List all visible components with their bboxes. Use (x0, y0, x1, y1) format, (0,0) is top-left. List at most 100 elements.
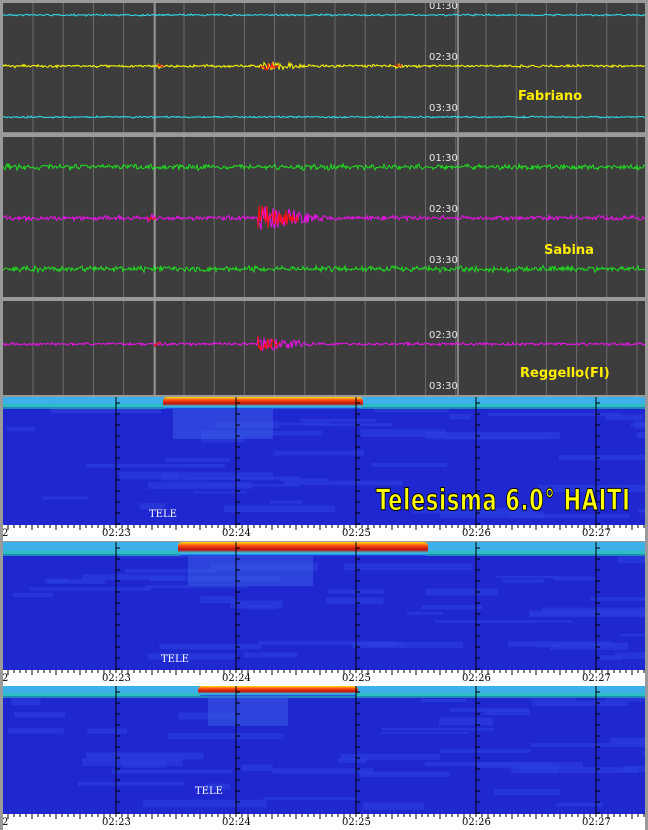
spectrogram-noise (425, 431, 561, 440)
spectrogram-noise (77, 781, 185, 786)
spectrogram-event-energy (178, 542, 428, 556)
time-axis-1-ticks (7, 525, 645, 530)
spectrogram-noise (6, 426, 35, 432)
seismic-trace (3, 206, 645, 231)
spectrogram-noise (511, 767, 639, 773)
trace-time-label: 03:30 (429, 103, 458, 114)
spectrogram-2-svg (3, 542, 645, 670)
spectrogram-noise (122, 760, 167, 768)
spectrogram-noise (617, 556, 645, 564)
spectrogram-noise (371, 463, 448, 467)
spectrogram-noise (142, 799, 267, 808)
spectrogram-noise (541, 607, 645, 615)
spectrogram-noise (159, 644, 262, 650)
spectrogram-noise (200, 596, 236, 604)
spectrogram-noise (553, 576, 596, 581)
spectrogram-noise (449, 708, 530, 712)
trace-time-label: 02:30 (429, 52, 458, 63)
trace-time-label: 01:30 (429, 3, 458, 12)
seismogram-panel-sabina: 01:30 02:30 03:30 Sabina (3, 137, 645, 297)
axis-label: 2 (3, 673, 9, 684)
spectrogram-event-tail (188, 556, 313, 586)
trace-time-label: 02:30 (429, 204, 458, 215)
event-banner: Telesisma 6.0° HAITI (376, 483, 631, 518)
spectrogram-noise (325, 597, 384, 605)
trace-time-label: 01:30 (429, 153, 458, 164)
spectrogram-noise (630, 423, 645, 427)
spectrogram-background (3, 542, 645, 670)
event-onset-trace (157, 64, 165, 68)
spectrogram-2: TELE (3, 542, 645, 670)
spectrogram-label: TELE (149, 509, 177, 520)
trace-time-label: 02:30 (429, 330, 458, 341)
spectrogram-noise (531, 743, 645, 748)
spectrogram-noise (304, 423, 393, 427)
spectrogram-noise (360, 429, 446, 437)
spectrogram-noise (86, 463, 225, 468)
spectrogram-3-svg (3, 686, 645, 814)
spectrogram-noise (502, 579, 544, 583)
spectrogram-noise (300, 418, 376, 423)
spectrogram-noise (14, 711, 66, 718)
spectrogram-noise (8, 728, 64, 734)
spectrogram-event-tail (208, 696, 288, 726)
axis-label: 02:23 (102, 817, 131, 828)
seismic-trace (3, 115, 645, 119)
spectrogram-noise (449, 413, 471, 420)
trace-time-label: 03:30 (429, 381, 458, 392)
spectrogram-noise (359, 771, 450, 778)
spectrogram-noise (167, 732, 284, 740)
panel-border (3, 132, 645, 133)
spectrogram-noise (426, 588, 499, 596)
axis-label: 02:25 (342, 528, 371, 539)
spectrogram-noise (82, 574, 184, 580)
seismic-trace (3, 13, 645, 17)
axis-label: 02:25 (342, 817, 371, 828)
spectrogram-noise (161, 472, 273, 481)
axis-label: 02:24 (222, 817, 251, 828)
spectrogram-event-energy (163, 397, 363, 409)
axis-label: 02:27 (582, 817, 611, 828)
spectrogram-noise (11, 698, 41, 706)
spectrogram-noise (641, 751, 645, 756)
spectrogram-noise (223, 505, 336, 513)
axis-label: 2 (3, 817, 9, 828)
spectrogram-noise (85, 752, 204, 760)
spectrogram-noise (273, 450, 364, 456)
seismogram-sabina-svg (3, 137, 645, 297)
time-axis-2: 2 02:23 02:24 02:25 02:26 02:27 (3, 670, 645, 686)
axis-label: 02:27 (582, 673, 611, 684)
spectrogram-noise (246, 604, 275, 610)
spectrogram-noise (439, 749, 531, 753)
spectrogram-noise (366, 642, 404, 648)
time-axis-3: 2 02:23 02:24 02:25 02:26 02:27 (3, 814, 645, 830)
spectrogram-noise (263, 797, 357, 801)
spectrogram-noise (606, 697, 645, 702)
spectrogram-noise (241, 764, 273, 771)
time-axis-2-ticks (7, 670, 645, 675)
axis-label: 02:24 (222, 528, 251, 539)
spectrogram-noise (42, 496, 89, 500)
spectrogram-label: TELE (195, 786, 223, 797)
spectrogram-noise (421, 698, 467, 702)
spectrogram-noise (269, 500, 303, 504)
spectrogram-noise (340, 753, 440, 760)
spectrogram-noise (439, 717, 493, 726)
spectrogram-noise (487, 412, 622, 417)
spectrogram-noise (558, 454, 645, 461)
axis-label: 2 (3, 528, 9, 539)
axis-label: 02:23 (102, 528, 131, 539)
spectrogram-3: TELE (3, 686, 645, 814)
station-label-sabina: Sabina (544, 243, 594, 258)
axis-label: 02:25 (342, 673, 371, 684)
trace-time-label: 03:30 (429, 255, 458, 266)
spectrogram-noise (164, 458, 230, 463)
spectrogram-noise (111, 769, 233, 774)
time-axis-3-ticks (7, 814, 645, 819)
spectrogram-noise (243, 652, 298, 658)
spectrogram-label: TELE (161, 654, 189, 665)
seismic-trace (3, 263, 645, 274)
station-label-fabriano: Fabriano (518, 89, 583, 104)
spectrogram-noise (550, 642, 628, 650)
spectrogram-event-tail (173, 409, 273, 439)
